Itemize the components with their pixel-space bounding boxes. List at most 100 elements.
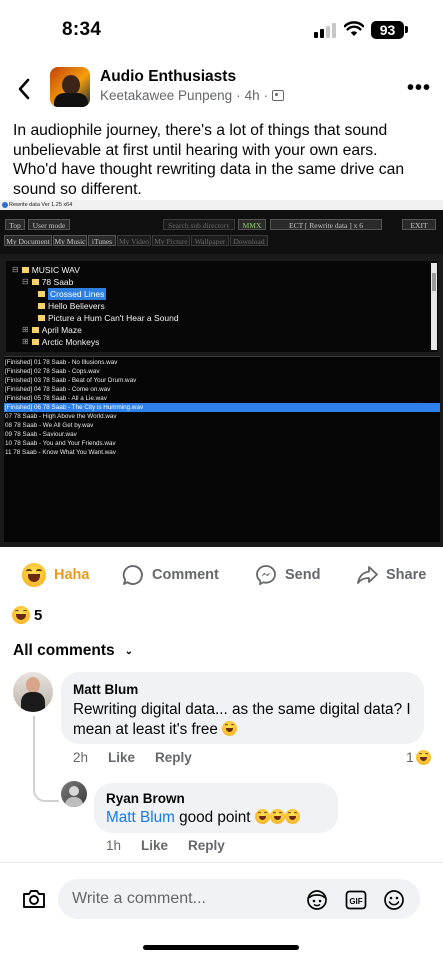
avatar-sticker-icon[interactable] bbox=[306, 889, 328, 911]
app-title-text: Rewrite data Ver 1.25 x64 bbox=[9, 202, 73, 208]
like-button[interactable]: Like bbox=[108, 750, 135, 765]
file-row: [Finished] 02 78 Saab - Cops.wav bbox=[5, 368, 100, 375]
status-bar: 8:34 93 bbox=[0, 0, 443, 60]
tree-node: ⊞ Arctic Monkeys bbox=[22, 337, 100, 347]
comment-reaction-summary[interactable]: 1 bbox=[406, 749, 431, 765]
comment-label: Comment bbox=[152, 567, 219, 583]
reply-button[interactable]: Reply bbox=[155, 750, 192, 765]
mention-link[interactable]: Matt Blum bbox=[106, 809, 175, 826]
app-toolbar: Top User mode Search sub directory MMX E… bbox=[0, 210, 443, 254]
app-btn-download: Download bbox=[230, 235, 268, 246]
send-button[interactable]: Send bbox=[255, 560, 320, 590]
messenger-icon bbox=[256, 565, 276, 586]
replier-avatar[interactable] bbox=[61, 781, 87, 807]
comment-reaction-count: 1 bbox=[406, 749, 414, 765]
post-meta: Keetakawee Punpeng · 4h · bbox=[100, 88, 285, 103]
tree-node-root: ⊟ MUSIC WAV bbox=[12, 265, 80, 275]
group-privacy-icon bbox=[272, 90, 285, 101]
comment-time: 2h bbox=[73, 750, 89, 765]
tree-scrollbar bbox=[431, 263, 437, 350]
comment-actions: 2h Like Reply bbox=[73, 750, 192, 765]
post-author[interactable]: Keetakawee Punpeng bbox=[100, 88, 232, 103]
laughing-emoji-icon bbox=[222, 721, 238, 736]
meta-separator: · bbox=[263, 88, 269, 103]
back-arrow-icon[interactable] bbox=[16, 77, 32, 101]
app-btn-my-picture: My Picture bbox=[152, 235, 190, 246]
share-label: Share bbox=[386, 567, 427, 583]
comments-filter-label: All comments bbox=[13, 642, 115, 659]
group-avatar[interactable] bbox=[50, 67, 90, 107]
file-row: 11 78 Saab - Know What You Want.wav bbox=[5, 449, 116, 456]
comment-text: Rewriting digital data... as the same di… bbox=[73, 701, 411, 738]
chevron-down-icon: ⌄ bbox=[124, 645, 134, 657]
app-btn-top: Top bbox=[5, 219, 25, 230]
commenter-avatar[interactable] bbox=[13, 672, 53, 712]
send-label: Send bbox=[285, 567, 321, 583]
app-btn-user-mode: User mode bbox=[28, 219, 70, 230]
tree-node: Hello Believers bbox=[38, 300, 105, 312]
laughing-emoji-icon bbox=[284, 809, 300, 824]
app-btn-wallpaper: Wallpaper bbox=[191, 235, 229, 246]
group-name[interactable]: Audio Enthusiasts bbox=[100, 68, 236, 86]
meta-separator: · bbox=[236, 88, 241, 103]
reply-bubble[interactable]: Ryan Brown Matt Blum good point bbox=[94, 783, 338, 833]
haha-emoji-icon bbox=[12, 606, 30, 624]
camera-icon[interactable] bbox=[22, 889, 46, 909]
comment-input[interactable] bbox=[72, 879, 292, 919]
post-image[interactable]: Rewrite data Ver 1.25 x64 Top User mode … bbox=[0, 200, 443, 547]
home-indicator bbox=[143, 945, 299, 950]
post-actions: Haha Comment Send Share bbox=[0, 560, 443, 590]
reply-button[interactable]: Reply bbox=[188, 838, 225, 853]
reaction-summary[interactable]: 5 bbox=[12, 606, 42, 624]
reply-actions: 1h Like Reply bbox=[106, 838, 225, 853]
share-arrow-icon bbox=[357, 566, 378, 584]
file-row: [Finished] 01 78 Saab - No Illusions.wav bbox=[5, 359, 118, 366]
battery-icon: 93 bbox=[371, 21, 404, 39]
app-btn-my-music: My Music bbox=[53, 235, 87, 246]
haha-reaction-button[interactable]: Haha bbox=[22, 560, 89, 590]
battery-cap bbox=[405, 26, 408, 33]
share-button[interactable]: Share bbox=[356, 560, 426, 590]
comment-author[interactable]: Matt Blum bbox=[73, 682, 411, 697]
emoji-icon[interactable] bbox=[383, 889, 405, 911]
thread-connector bbox=[33, 716, 59, 802]
file-row: 08 78 Saab - We All Get by.wav bbox=[5, 422, 94, 429]
file-row: 10 78 Saab - You and Your Friends.wav bbox=[5, 440, 116, 447]
reply-time: 1h bbox=[106, 838, 122, 853]
file-row: [Finished] 05 78 Saab - All a Lie.wav bbox=[5, 395, 107, 402]
file-row-selected: [Finished] 06 78 Saab - The City is Humm… bbox=[4, 403, 440, 412]
comment-button[interactable]: Comment bbox=[122, 560, 219, 590]
app-btn-itunes: iTunes bbox=[88, 235, 116, 246]
laughing-emoji-icon bbox=[269, 809, 285, 824]
comment-bubble[interactable]: Matt Blum Rewriting digital data... as t… bbox=[61, 672, 424, 744]
like-button[interactable]: Like bbox=[141, 838, 168, 853]
file-row: 09 78 Saab - Saviour.wav bbox=[5, 431, 77, 438]
comment-bubble-icon bbox=[122, 565, 143, 585]
app-icon bbox=[2, 202, 8, 208]
post-time[interactable]: 4h bbox=[245, 88, 260, 103]
more-options-icon[interactable]: ••• bbox=[407, 78, 431, 98]
comment-input-pill: GIF bbox=[58, 879, 420, 919]
reaction-count: 5 bbox=[34, 606, 43, 624]
cellular-signal-icon bbox=[314, 22, 338, 38]
app-btn-search-sub: Search sub directory bbox=[163, 219, 235, 230]
wifi-icon bbox=[344, 21, 364, 36]
file-row: [Finished] 03 78 Saab - Beat of Your Dru… bbox=[5, 377, 137, 384]
svg-text:GIF: GIF bbox=[349, 897, 362, 906]
reply-author[interactable]: Ryan Brown bbox=[106, 791, 326, 806]
file-row: [Finished] 04 78 Saab - Come on.wav bbox=[5, 386, 111, 393]
haha-emoji-icon bbox=[415, 749, 431, 765]
tree-node: ⊞ April Maze bbox=[22, 325, 82, 335]
app-btn-exit: EXIT bbox=[402, 219, 436, 230]
comments-filter-dropdown[interactable]: All comments ⌄ bbox=[13, 642, 133, 660]
status-time: 8:34 bbox=[62, 19, 102, 40]
reply-text: Matt Blum good point bbox=[106, 808, 326, 828]
haha-emoji-icon bbox=[22, 563, 46, 587]
app-btn-my-document: My Document bbox=[4, 235, 52, 246]
laughing-emoji-icon bbox=[254, 809, 270, 824]
app-btn-mmx: MMX bbox=[238, 219, 266, 230]
post-text: In audiophile journey, there's a lot of … bbox=[13, 122, 405, 198]
gif-icon[interactable]: GIF bbox=[345, 889, 367, 911]
app-btn-my-video: My Video bbox=[117, 235, 151, 246]
app-window-title: Rewrite data Ver 1.25 x64 bbox=[0, 200, 443, 210]
